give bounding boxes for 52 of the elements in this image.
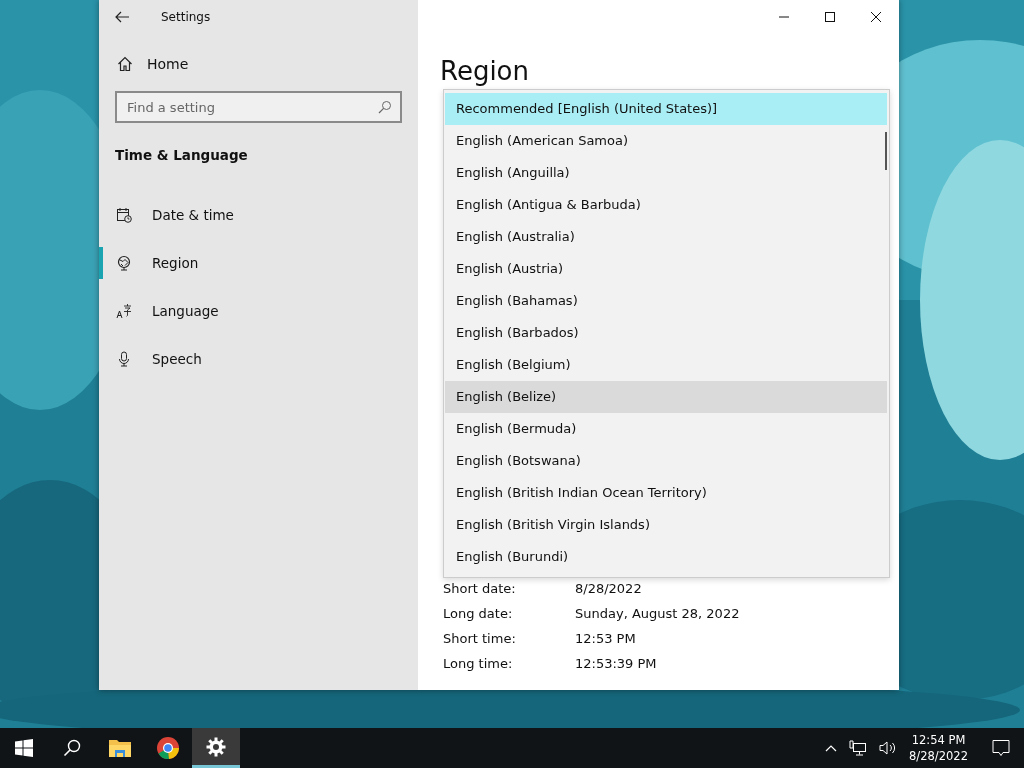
search-icon <box>63 739 81 757</box>
globe-icon <box>116 255 132 271</box>
window-title: Settings <box>161 10 211 24</box>
format-value: 12:53:39 PM <box>575 656 657 671</box>
nav-item[interactable]: Date & time <box>95 199 418 231</box>
clock[interactable]: 12:54 PM 8/28/2022 <box>909 732 968 764</box>
format-label: Short date: <box>443 581 517 596</box>
home-icon <box>117 56 133 72</box>
dropdown-option[interactable]: Recommended [English (United States)] <box>445 93 887 125</box>
maximize-icon <box>825 12 835 22</box>
gear-icon <box>206 736 226 757</box>
dropdown-option[interactable]: English (Bahamas) <box>445 285 887 317</box>
format-value: 12:53 PM <box>575 631 636 646</box>
search-field[interactable]: Find a setting <box>115 91 402 123</box>
scrollbar-thumb[interactable] <box>885 132 887 170</box>
home-link[interactable]: Home <box>117 56 418 72</box>
format-label: Short time: <box>443 631 517 646</box>
dropdown-option[interactable]: English (Anguilla) <box>445 157 887 189</box>
nav-item[interactable]: Language <box>95 295 418 327</box>
notification-icon[interactable] <box>992 739 1010 757</box>
folder-icon <box>108 738 132 758</box>
dropdown-option[interactable]: English (Botswana) <box>445 445 887 477</box>
search-icon <box>378 100 392 114</box>
dropdown-option[interactable]: English (American Samoa) <box>445 125 887 157</box>
format-value: 8/28/2022 <box>575 581 642 596</box>
format-label: Long time: <box>443 656 514 671</box>
back-arrow-icon <box>115 11 129 23</box>
close-icon <box>871 12 881 22</box>
format-value: Sunday, August 28, 2022 <box>575 606 740 621</box>
dropdown-option[interactable]: English (British Indian Ocean Territory) <box>445 477 887 509</box>
format-label: Long date: <box>443 606 514 621</box>
section-heading: Time & Language <box>115 147 249 163</box>
dropdown-option[interactable]: English (Burundi) <box>445 541 887 573</box>
dropdown-option[interactable]: English (Bermuda) <box>445 413 887 445</box>
dropdown-option[interactable]: English (Belize) <box>445 381 887 413</box>
browser-icon <box>156 736 180 760</box>
network-icon[interactable] <box>849 740 868 756</box>
windows-logo-icon <box>15 739 33 757</box>
language-icon <box>116 303 132 319</box>
dropdown-option[interactable]: English (Barbados) <box>445 317 887 349</box>
page-title: Region <box>440 56 530 86</box>
settings-button[interactable] <box>192 728 240 768</box>
calendar-clock-icon <box>116 207 132 223</box>
nav-item[interactable]: Speech <box>95 343 418 375</box>
dropdown-option[interactable]: English (Australia) <box>445 221 887 253</box>
dropdown-option[interactable]: English (Belgium) <box>445 349 887 381</box>
dropdown-option[interactable]: English (Antigua & Barbuda) <box>445 189 887 221</box>
chevron-up-icon[interactable] <box>825 744 838 752</box>
volume-icon[interactable] <box>879 740 898 756</box>
dropdown-option[interactable]: English (Austria) <box>445 253 887 285</box>
microphone-icon <box>116 351 132 367</box>
dropdown-option[interactable]: English (British Virgin Islands) <box>445 509 887 541</box>
